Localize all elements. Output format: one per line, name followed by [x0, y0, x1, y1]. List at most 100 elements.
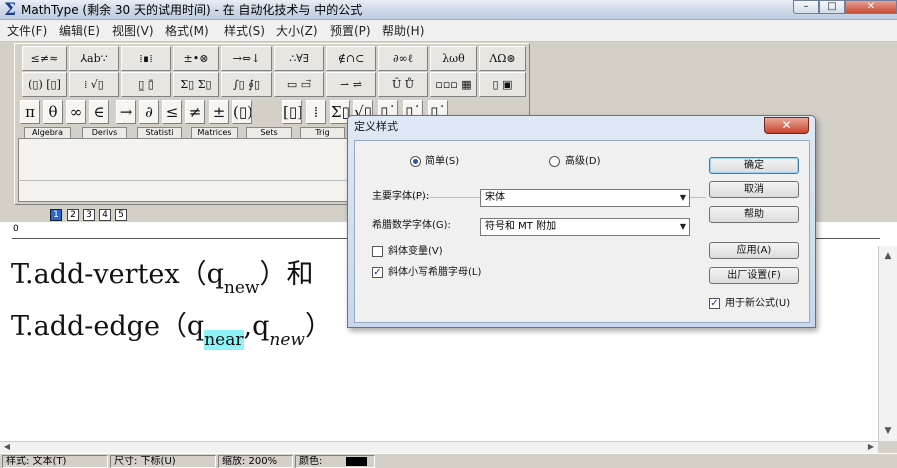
scroll-right-icon[interactable]: ▶ — [864, 441, 878, 453]
status-style: 样式: 文本(T) — [2, 455, 108, 468]
palette-sets[interactable]: ∉∩⊂ — [326, 46, 376, 71]
close-window-button[interactable]: ✕ — [845, 0, 897, 14]
cancel-button[interactable]: 取消 — [709, 181, 799, 198]
menu-view[interactable]: 视图(V) — [112, 24, 154, 38]
simple-radio[interactable] — [410, 156, 421, 167]
minimize-button[interactable]: – — [793, 0, 819, 14]
eq2-subscript-selected: near — [204, 330, 244, 350]
tab-derivs[interactable]: Derivs — [82, 127, 127, 138]
menu-help[interactable]: 帮助(H) — [382, 24, 424, 38]
status-zoom: 缩放: 200% — [218, 455, 293, 468]
italic-greek-checkbox[interactable]: ✓ — [372, 267, 383, 278]
scroll-up-icon[interactable]: ▲ — [879, 248, 897, 264]
greek-font-select[interactable]: 符号和 MT 附加 ▼ — [480, 218, 690, 236]
mathtype-logo-icon: Σ — [3, 0, 17, 20]
status-color-label: 颜色: — [299, 456, 323, 467]
define-styles-dialog: 定义样式 ✕ 简单(S) 高级(D) 主要字体(P): 宋体 ▼ 希腊数学字体(G… — [347, 115, 816, 328]
symbol-infinity[interactable]: ∞ — [66, 100, 86, 124]
palette-sums[interactable]: Σ▯ Σ▯ — [173, 72, 219, 97]
ok-button[interactable]: 确定 — [709, 157, 799, 174]
primary-font-label: 主要字体(P): — [372, 191, 430, 202]
palette-labeled-arrows[interactable]: ⇀ ⇌ — [326, 72, 376, 97]
factory-settings-button[interactable]: 出厂设置(F) — [709, 267, 799, 284]
symbol-leq[interactable]: ≤ — [162, 100, 182, 124]
scroll-left-icon[interactable]: ◀ — [0, 441, 14, 453]
eq2-mid: ,q — [243, 311, 270, 342]
dialog-close-button[interactable]: ✕ — [764, 117, 809, 134]
toolbar-set-1-button[interactable]: 1 — [50, 209, 62, 221]
eq2-tail: ） — [304, 311, 332, 342]
symbol-neq[interactable]: ≠ — [185, 100, 205, 124]
palette-spaces[interactable]: ⅄ab∵ — [69, 46, 119, 71]
tab-statistics[interactable]: Statisti — [137, 127, 182, 138]
menu-style[interactable]: 样式(S) — [224, 24, 265, 38]
palette-greek-upper[interactable]: ΛΩ⊛ — [479, 46, 526, 71]
toolbar-set-2-button[interactable]: 2 — [67, 209, 79, 221]
palette-relations[interactable]: ≤≠≈ — [22, 46, 67, 71]
palette-fences[interactable]: (▯) [▯] — [22, 72, 67, 97]
title-bar: Σ MathType (剩余 30 天的试用时间) - 在 自动化技术与 中的公… — [0, 0, 897, 20]
advanced-radio[interactable] — [549, 156, 560, 167]
palette-operators[interactable]: ±•⊗ — [173, 46, 219, 71]
toolbar-set-3-button[interactable]: 3 — [83, 209, 95, 221]
palette-boxes[interactable]: ▯ ▣ — [479, 72, 526, 97]
ruler-zero-label: 0 — [13, 224, 19, 234]
palette-bars[interactable]: ▭ ▭⃗ — [274, 72, 324, 97]
color-swatch — [346, 457, 367, 466]
equation-line-1[interactable]: T.add-vertex（qnew）和 — [11, 258, 314, 298]
tab-sets[interactable]: Sets — [246, 127, 292, 138]
symbol-theta[interactable]: θ — [43, 100, 63, 124]
eq2-subscript: new — [269, 330, 305, 350]
menu-file[interactable]: 文件(F) — [7, 24, 47, 38]
use-for-new-equations-checkbox[interactable]: ✓ — [709, 298, 720, 309]
eq1-tail: ）和 — [259, 259, 314, 290]
palette-greek-lower[interactable]: λωθ — [430, 46, 477, 71]
menu-edit[interactable]: 编辑(E) — [59, 24, 100, 38]
symbol-plus-minus[interactable]: ± — [209, 100, 229, 124]
primary-font-value: 宋体 — [485, 192, 505, 203]
palette-logic[interactable]: ∴∀∃ — [274, 46, 324, 71]
symbol-arrow[interactable]: → — [116, 100, 136, 124]
status-bar: 样式: 文本(T) 尺寸: 下标(U) 缩放: 200% 颜色: — [0, 453, 897, 468]
dialog-body: 简单(S) 高级(D) 主要字体(P): 宋体 ▼ 希腊数学字体(G): 符号和 … — [354, 140, 810, 323]
maximize-button[interactable]: □ — [819, 0, 845, 14]
palette-products[interactable]: Ũ Ů — [378, 72, 428, 97]
palette-matrices[interactable]: ▫▫▫ ▦ — [430, 72, 477, 97]
equation-line-2[interactable]: T.add-edge（qnear,qnew） — [11, 310, 332, 350]
menu-preferences[interactable]: 预置(P) — [330, 24, 371, 38]
symbol-parens[interactable]: (▯) — [232, 100, 252, 124]
palette-scripts[interactable]: ▯̲ ▯̄ — [121, 72, 171, 97]
palette-embellishments[interactable]: ⁞∎⁞ — [121, 46, 171, 71]
symbol-brackets[interactable]: [▯] — [282, 100, 302, 124]
advanced-radio-label: 高级(D) — [565, 156, 601, 167]
palette-arrows[interactable]: →⇔↓ — [221, 46, 272, 71]
palette-misc[interactable]: ∂∞ℓ — [378, 46, 428, 71]
menu-size[interactable]: 大小(Z) — [276, 24, 318, 38]
simple-radio-label: 简单(S) — [425, 156, 460, 167]
horizontal-scrollbar[interactable] — [0, 441, 878, 453]
vertical-scrollbar[interactable]: ▲ ▼ — [878, 246, 897, 441]
apply-button[interactable]: 应用(A) — [709, 242, 799, 259]
toolbar-set-5-button[interactable]: 5 — [115, 209, 127, 221]
tab-trig[interactable]: Trig — [300, 127, 345, 138]
use-for-new-equations-label: 用于新公式(U) — [725, 298, 791, 309]
symbol-element-of[interactable]: ∈ — [89, 100, 109, 124]
symbol-partial[interactable]: ∂ — [139, 100, 159, 124]
symbol-fraction[interactable]: ⁞ — [306, 100, 326, 124]
tab-algebra[interactable]: Algebra — [24, 127, 71, 138]
menu-format[interactable]: 格式(M) — [165, 24, 209, 38]
eq1-base: T.add-vertex（q — [11, 259, 224, 290]
scroll-down-icon[interactable]: ▼ — [879, 423, 897, 439]
symbol-pi[interactable]: π — [20, 100, 40, 124]
palette-fractions-radicals[interactable]: ⁞ √▯ — [69, 72, 119, 97]
italic-variable-checkbox[interactable] — [372, 246, 383, 257]
primary-font-select[interactable]: 宋体 ▼ — [480, 189, 690, 207]
toolbar-set-4-button[interactable]: 4 — [99, 209, 111, 221]
palette-integrals[interactable]: ∫▯ ∮▯ — [221, 72, 272, 97]
window-title: MathType (剩余 30 天的试用时间) - 在 自动化技术与 中的公式 — [21, 3, 363, 17]
tab-matrices[interactable]: Matrices — [191, 127, 238, 138]
help-button[interactable]: 帮助 — [709, 206, 799, 223]
eq1-subscript: new — [223, 278, 260, 298]
eq2-base: T.add-edge（q — [11, 311, 205, 342]
italic-greek-label: 斜体小写希腊字母(L) — [388, 267, 482, 278]
